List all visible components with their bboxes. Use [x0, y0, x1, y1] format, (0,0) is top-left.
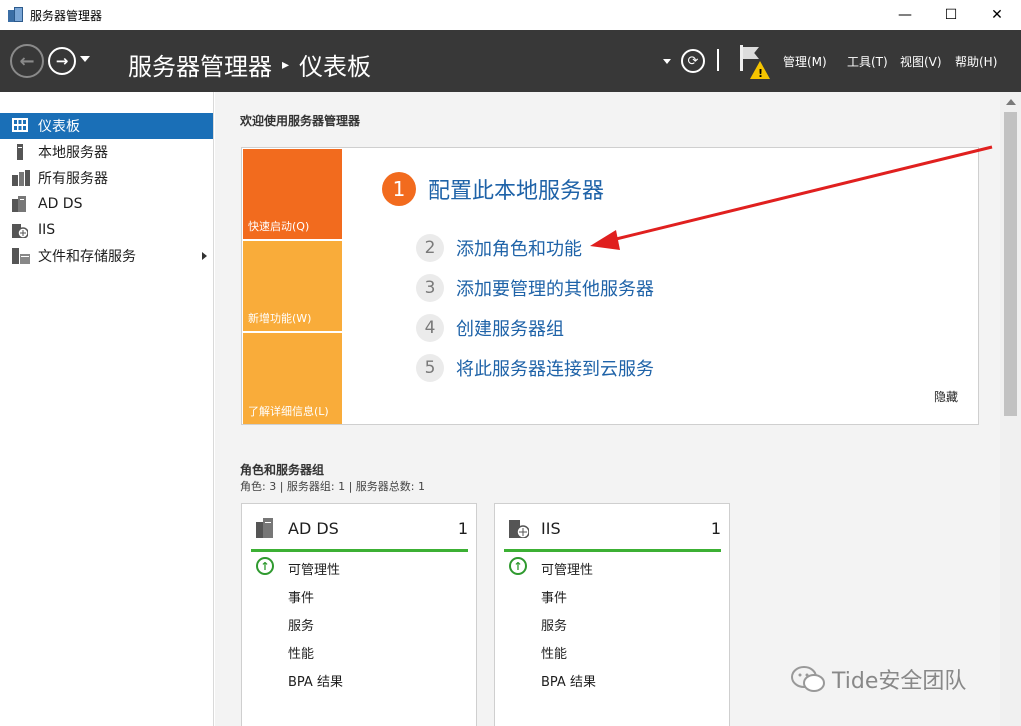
vertical-scrollbar[interactable] [1000, 92, 1021, 726]
wechat-icon [790, 664, 826, 694]
watermark: Tide安全团队 [790, 663, 966, 695]
scroll-up-arrow-icon[interactable] [1006, 99, 1016, 105]
watermark-text: Tide安全团队 [832, 669, 967, 694]
annotation-arrow-icon [590, 145, 993, 250]
scroll-thumb[interactable] [1004, 112, 1017, 416]
